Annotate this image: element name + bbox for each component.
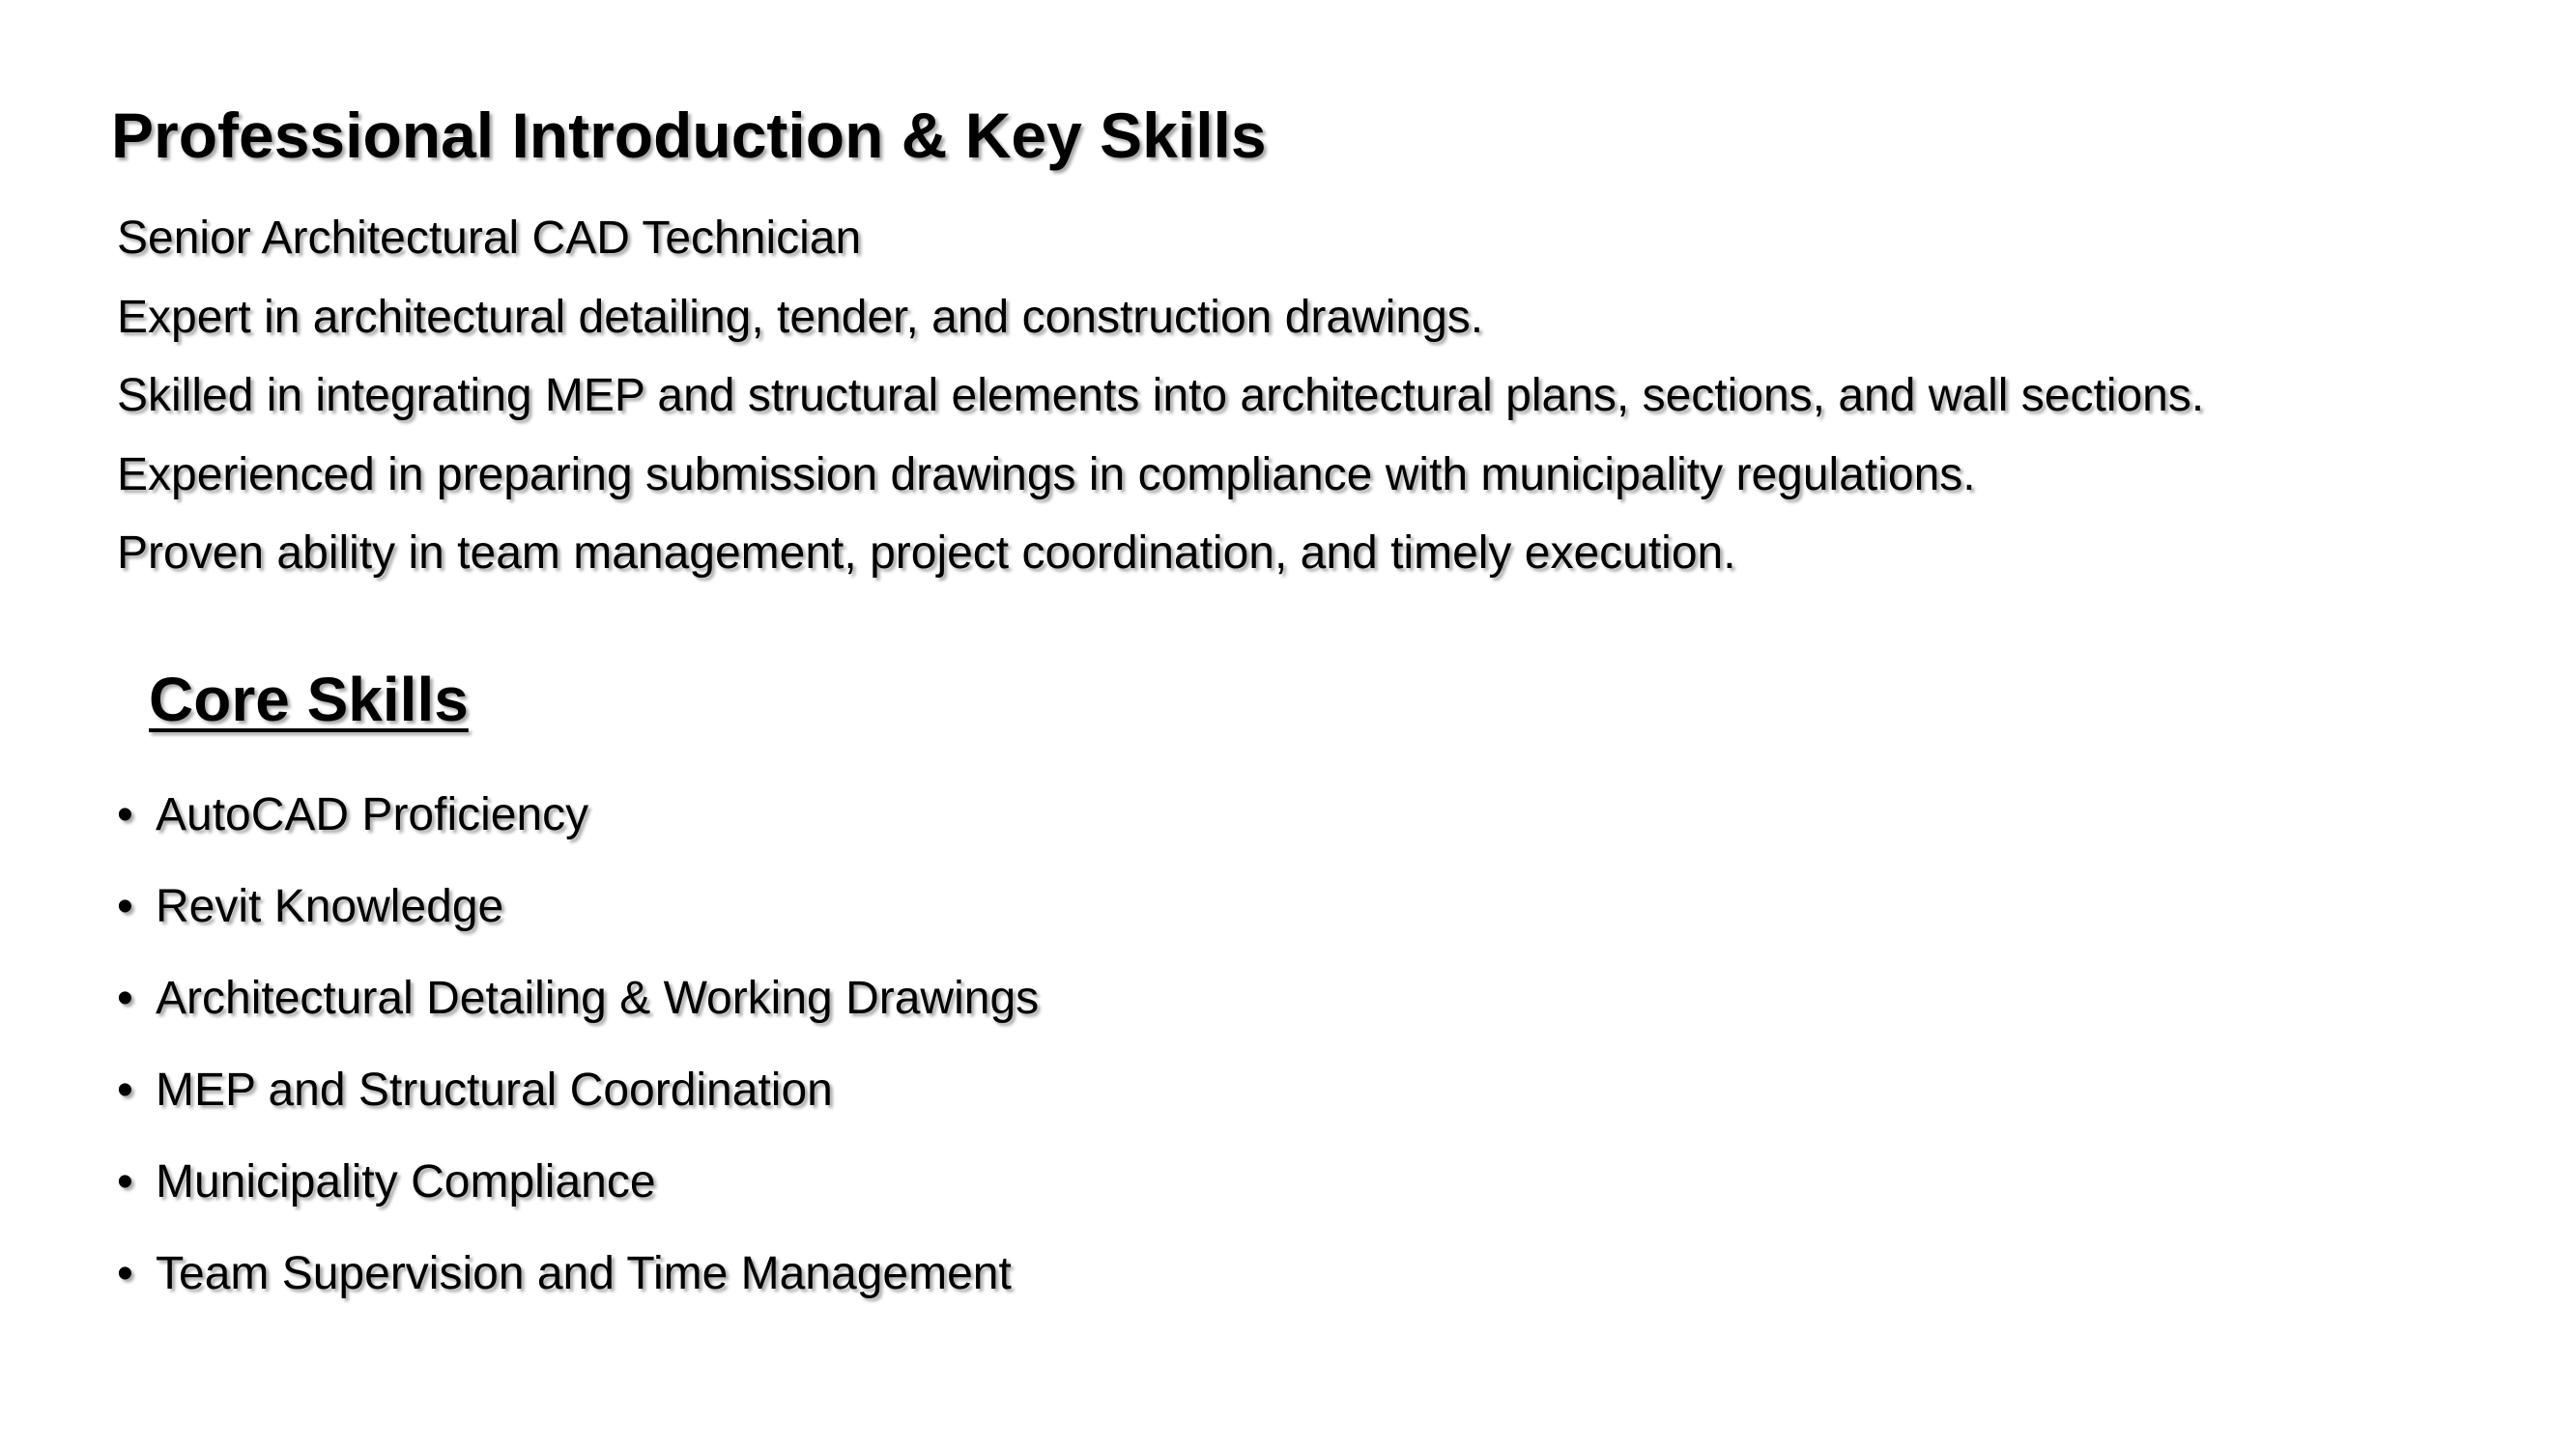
page-title: Professional Introduction & Key Skills <box>111 99 1267 171</box>
bullet-icon: • <box>117 1156 133 1208</box>
skill-label: AutoCAD Proficiency <box>156 789 589 840</box>
bullet-icon: • <box>117 881 133 932</box>
skill-label: MEP and Structural Coordination <box>156 1065 833 1116</box>
bullet-icon: • <box>117 1248 133 1299</box>
intro-line-expertise: Expert in architectural detailing, tende… <box>117 291 1484 343</box>
bullet-icon: • <box>117 789 133 840</box>
skill-label: Revit Knowledge <box>156 881 504 932</box>
skill-item-autocad: • AutoCAD Proficiency <box>117 769 1039 861</box>
core-skills-list: • AutoCAD Proficiency • Revit Knowledge … <box>117 769 1039 1320</box>
skill-item-team: • Team Supervision and Time Management <box>117 1228 1039 1320</box>
skill-item-revit: • Revit Knowledge <box>117 861 1039 952</box>
bullet-icon: • <box>117 973 133 1024</box>
slide: Professional Introduction & Key Skills S… <box>0 0 2576 1449</box>
skill-item-mep: • MEP and Structural Coordination <box>117 1044 1039 1136</box>
skill-item-detailing: • Architectural Detailing & Working Draw… <box>117 952 1039 1044</box>
skill-label: Architectural Detailing & Working Drawin… <box>156 973 1040 1024</box>
intro-line-integration: Skilled in integrating MEP and structura… <box>117 370 2205 421</box>
skill-label: Municipality Compliance <box>156 1156 656 1208</box>
core-skills-heading: Core Skills <box>149 665 469 734</box>
intro-line-role: Senior Architectural CAD Technician <box>117 213 862 264</box>
intro-line-compliance: Experienced in preparing submission draw… <box>117 448 1976 500</box>
bullet-icon: • <box>117 1065 133 1116</box>
skill-item-municipality: • Municipality Compliance <box>117 1136 1039 1228</box>
skill-label: Team Supervision and Time Management <box>156 1248 1012 1299</box>
intro-list: Senior Architectural CAD Technician Expe… <box>117 199 2204 593</box>
intro-line-management: Proven ability in team management, proje… <box>117 527 1736 579</box>
